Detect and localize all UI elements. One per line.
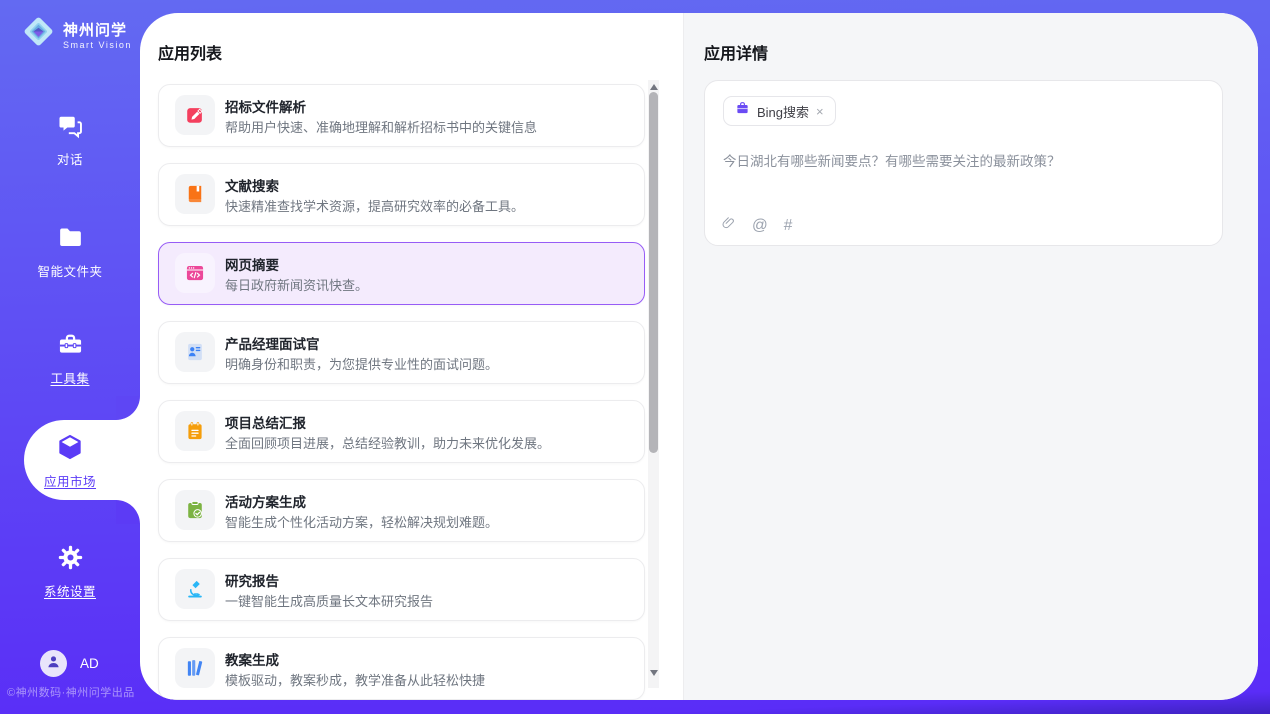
briefcase-icon bbox=[735, 101, 750, 121]
at-sign-icon[interactable]: @ bbox=[752, 217, 768, 235]
toolbox-icon bbox=[57, 331, 84, 363]
app-card-description: 帮助用户快速、准确地理解和解析招标书中的关键信息 bbox=[225, 117, 537, 136]
sidebar-item-label: 智能文件夹 bbox=[0, 261, 140, 280]
person-icon bbox=[45, 653, 62, 675]
paperclip-icon[interactable] bbox=[721, 215, 736, 237]
attachment-toolbar: @ # bbox=[721, 215, 792, 237]
user-account[interactable]: AD bbox=[40, 650, 99, 677]
sidebar-item-toolset[interactable]: 工具集 bbox=[0, 331, 140, 387]
bubble-curve-bottom bbox=[116, 500, 140, 524]
interviewer-icon bbox=[175, 332, 215, 372]
app-card-pm-interviewer[interactable]: 产品经理面试官 明确身份和职责，为您提供专业性的面试问题。 bbox=[158, 321, 645, 384]
app-card-description: 快速精准查找学术资源，提高研究效率的必备工具。 bbox=[225, 196, 524, 215]
app-card-description: 模板驱动，教案秒成，教学准备从此轻松快捷 bbox=[225, 670, 485, 689]
app-card-title: 网页摘要 bbox=[225, 254, 279, 274]
app-card-title: 文献搜索 bbox=[225, 175, 279, 195]
main-content: 应用列表 招标文件解析 帮助用户快速、准确地理解和解析招标书中的关键信息 文献搜… bbox=[140, 13, 1258, 700]
sidebar-item-smart-folder[interactable]: 智能文件夹 bbox=[0, 224, 140, 280]
chat-icon bbox=[57, 112, 84, 144]
folder-icon bbox=[57, 224, 84, 256]
edit-document-icon bbox=[175, 95, 215, 135]
app-card-project-summary[interactable]: 项目总结汇报 全面回顾项目进展，总结经验教训，助力未来优化发展。 bbox=[158, 400, 645, 463]
app-list-title: 应用列表 bbox=[158, 40, 222, 64]
scrollbar-up-arrow[interactable] bbox=[650, 84, 658, 90]
list-scrollbar-thumb[interactable] bbox=[649, 92, 658, 453]
app-card-lesson-plan[interactable]: 教案生成 模板驱动，教案秒成，教学准备从此轻松快捷 bbox=[158, 637, 645, 700]
tool-chip-label: Bing搜索 bbox=[757, 102, 809, 121]
gear-icon bbox=[57, 544, 84, 576]
app-card-title: 研究报告 bbox=[225, 570, 279, 590]
app-card-description: 智能生成个性化活动方案，轻松解决规划难题。 bbox=[225, 512, 498, 531]
microscope-icon bbox=[175, 569, 215, 609]
clipboard-check-icon bbox=[175, 490, 215, 530]
books-icon bbox=[175, 648, 215, 688]
diamond-logo-icon bbox=[20, 13, 57, 55]
sidebar: 神州问学 Smart Vision 对话 智能文件夹 bbox=[0, 0, 140, 714]
app-card-title: 教案生成 bbox=[225, 649, 279, 669]
app-card-bid-document[interactable]: 招标文件解析 帮助用户快速、准确地理解和解析招标书中的关键信息 bbox=[158, 84, 645, 147]
sidebar-item-chat[interactable]: 对话 bbox=[0, 112, 140, 168]
brand-name: 神州问学 bbox=[63, 19, 132, 40]
prompt-input[interactable]: 今日湖北有哪些新闻要点？有哪些需要关注的最新政策？ bbox=[723, 150, 1203, 170]
book-icon bbox=[175, 174, 215, 214]
scrollbar-down-arrow[interactable] bbox=[650, 670, 658, 676]
avatar bbox=[40, 650, 67, 677]
sidebar-item-label: 应用市场 bbox=[0, 471, 140, 490]
app-card-event-plan[interactable]: 活动方案生成 智能生成个性化活动方案，轻松解决规划难题。 bbox=[158, 479, 645, 542]
cube-icon bbox=[56, 433, 84, 466]
sidebar-item-label: 对话 bbox=[0, 149, 140, 168]
brand-tagline: Smart Vision bbox=[63, 40, 132, 50]
app-card-description: 每日政府新闻资讯快查。 bbox=[225, 275, 368, 294]
app-card-title: 产品经理面试官 bbox=[225, 333, 320, 353]
app-card-description: 明确身份和职责，为您提供专业性的面试问题。 bbox=[225, 354, 498, 373]
prompt-card: Bing搜索 × 今日湖北有哪些新闻要点？有哪些需要关注的最新政策？ @ # bbox=[704, 80, 1223, 246]
hash-icon[interactable]: # bbox=[784, 217, 793, 235]
app-card-research-report[interactable]: 研究报告 一键智能生成高质量长文本研究报告 bbox=[158, 558, 645, 621]
close-icon[interactable]: × bbox=[816, 105, 824, 118]
sidebar-item-app-market[interactable]: 应用市场 bbox=[0, 433, 140, 490]
user-label: AD bbox=[80, 656, 99, 671]
app-card-description: 全面回顾项目进展，总结经验教训，助力未来优化发展。 bbox=[225, 433, 550, 452]
tool-chip-bing-search[interactable]: Bing搜索 × bbox=[723, 96, 836, 126]
app-card-literature-search[interactable]: 文献搜索 快速精准查找学术资源，提高研究效率的必备工具。 bbox=[158, 163, 645, 226]
app-detail-panel: 应用详情 Bing搜索 × 今日湖北有哪些新闻要点？有哪些需要关注的最新政策？ bbox=[683, 13, 1258, 700]
app-card-description: 一键智能生成高质量长文本研究报告 bbox=[225, 591, 433, 610]
sidebar-item-label: 系统设置 bbox=[0, 581, 140, 600]
app-card-title: 活动方案生成 bbox=[225, 491, 306, 511]
notepad-icon bbox=[175, 411, 215, 451]
sidebar-item-settings[interactable]: 系统设置 bbox=[0, 544, 140, 600]
browser-code-icon bbox=[175, 253, 215, 293]
sidebar-item-label: 工具集 bbox=[0, 368, 140, 387]
app-card-title: 招标文件解析 bbox=[225, 96, 306, 116]
bubble-curve-top bbox=[116, 396, 140, 420]
copyright-footer: ©神州数码·神州问学出品 bbox=[7, 684, 135, 700]
app-card-web-summary[interactable]: 网页摘要 每日政府新闻资讯快查。 bbox=[158, 242, 645, 305]
brand-logo: 神州问学 Smart Vision bbox=[20, 13, 132, 55]
app-card-title: 项目总结汇报 bbox=[225, 412, 306, 432]
app-detail-title: 应用详情 bbox=[704, 40, 768, 64]
